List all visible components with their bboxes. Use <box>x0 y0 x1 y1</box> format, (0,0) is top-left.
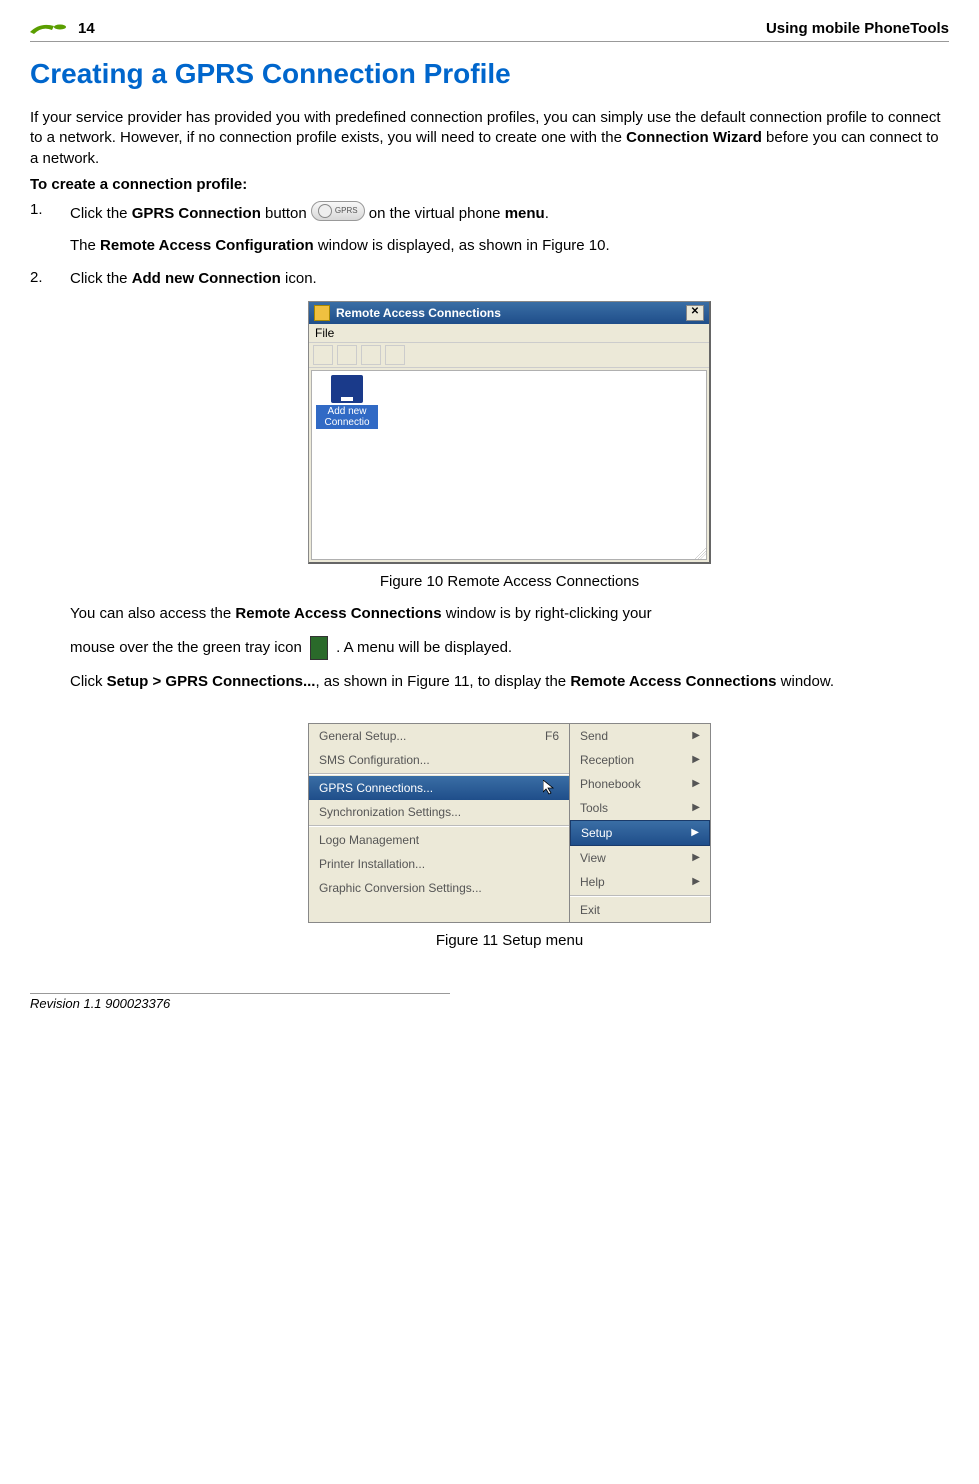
menu-setup[interactable]: Setup▶ <box>570 820 710 846</box>
click-setup-text: Click Setup > GPRS Connections..., as sh… <box>70 672 949 692</box>
gprs-button-icon: GPRS <box>311 201 365 221</box>
chevron-right-icon: ▶ <box>692 754 700 765</box>
footer-revision: Revision 1.1 900023376 <box>30 996 949 1011</box>
chevron-right-icon: ▶ <box>692 778 700 789</box>
left-context-menu: General Setup... F6 SMS Configuration...… <box>308 723 570 923</box>
chevron-right-icon: ▶ <box>692 802 700 813</box>
resize-grip-icon[interactable] <box>692 545 706 559</box>
menu-gprs-connections[interactable]: GPRS Connections... <box>309 776 569 800</box>
right-context-menu: Send▶ Reception▶ Phonebook▶ Tools▶ Setup… <box>570 723 711 923</box>
close-icon[interactable]: ✕ <box>686 305 704 321</box>
menu-send[interactable]: Send▶ <box>570 724 710 748</box>
step-2-text: Click the Add new Connection icon. <box>70 269 949 289</box>
chevron-right-icon: ▶ <box>691 827 699 838</box>
window-title-text: Remote Access Connections <box>336 306 501 320</box>
menu-tools[interactable]: Tools▶ <box>570 796 710 820</box>
toolbar-button-2[interactable] <box>337 345 357 365</box>
chevron-right-icon: ▶ <box>692 876 700 887</box>
toolbar <box>309 343 709 368</box>
connection-icon <box>331 375 363 403</box>
to-create-label: To create a connection profile: <box>30 175 949 195</box>
page-number: 14 <box>78 20 95 37</box>
step-1-number: 1. <box>30 201 50 269</box>
menu-printer-install[interactable]: Printer Installation... <box>309 852 569 876</box>
figure-11-caption: Figure 11 Setup menu <box>70 931 949 951</box>
menu-phonebook[interactable]: Phonebook▶ <box>570 772 710 796</box>
menu-file[interactable]: File <box>309 324 709 343</box>
menu-sms-config[interactable]: SMS Configuration... <box>309 748 569 772</box>
remote-access-window: Remote Access Connections ✕ File Add new… <box>308 301 711 564</box>
item-label-line1: Add new <box>328 406 367 417</box>
step-2: 2. Click the Add new Connection icon. Re… <box>30 269 949 963</box>
window-titlebar: Remote Access Connections ✕ <box>309 302 709 324</box>
chevron-right-icon: ▶ <box>692 852 700 863</box>
menu-logo-mgmt[interactable]: Logo Management <box>309 828 569 852</box>
item-label-line2: Connectio <box>324 417 369 428</box>
toolbar-button-3[interactable] <box>361 345 381 365</box>
logo-icon <box>30 22 70 36</box>
menu-reception[interactable]: Reception▶ <box>570 748 710 772</box>
page-header: 14 Using mobile PhoneTools <box>30 20 949 37</box>
menu-help[interactable]: Help▶ <box>570 870 710 894</box>
access-text-1: You can also access the Remote Access Co… <box>70 604 949 624</box>
step-1: 1. Click the GPRS Connection button GPRS… <box>30 201 949 269</box>
chevron-right-icon: ▶ <box>692 730 700 741</box>
page-title: Creating a GPRS Connection Profile <box>30 58 949 90</box>
setup-menu-figure: General Setup... F6 SMS Configuration...… <box>70 723 949 923</box>
toolbar-button-4[interactable] <box>385 345 405 365</box>
access-text-2: mouse over the the green tray icon . A m… <box>70 636 949 660</box>
step-1-followup: The Remote Access Configuration window i… <box>70 236 949 256</box>
tray-icon <box>310 636 328 660</box>
figure-10-caption: Figure 10 Remote Access Connections <box>70 572 949 592</box>
menu-graphic-conv[interactable]: Graphic Conversion Settings... <box>309 876 569 900</box>
step-2-number: 2. <box>30 269 50 963</box>
menu-view[interactable]: View▶ <box>570 846 710 870</box>
toolbar-button-1[interactable] <box>313 345 333 365</box>
window-app-icon <box>314 305 330 321</box>
menu-exit[interactable]: Exit <box>570 898 710 922</box>
cursor-icon <box>543 780 559 796</box>
add-new-connection-item[interactable]: Add new Connectio <box>316 375 378 429</box>
header-title: Using mobile PhoneTools <box>766 20 949 37</box>
menu-general-setup[interactable]: General Setup... F6 <box>309 724 569 748</box>
menu-sync-settings[interactable]: Synchronization Settings... <box>309 800 569 824</box>
intro-text: If your service provider has provided yo… <box>30 108 949 169</box>
step-1-text: Click the GPRS Connection button GPRS on… <box>70 201 949 224</box>
